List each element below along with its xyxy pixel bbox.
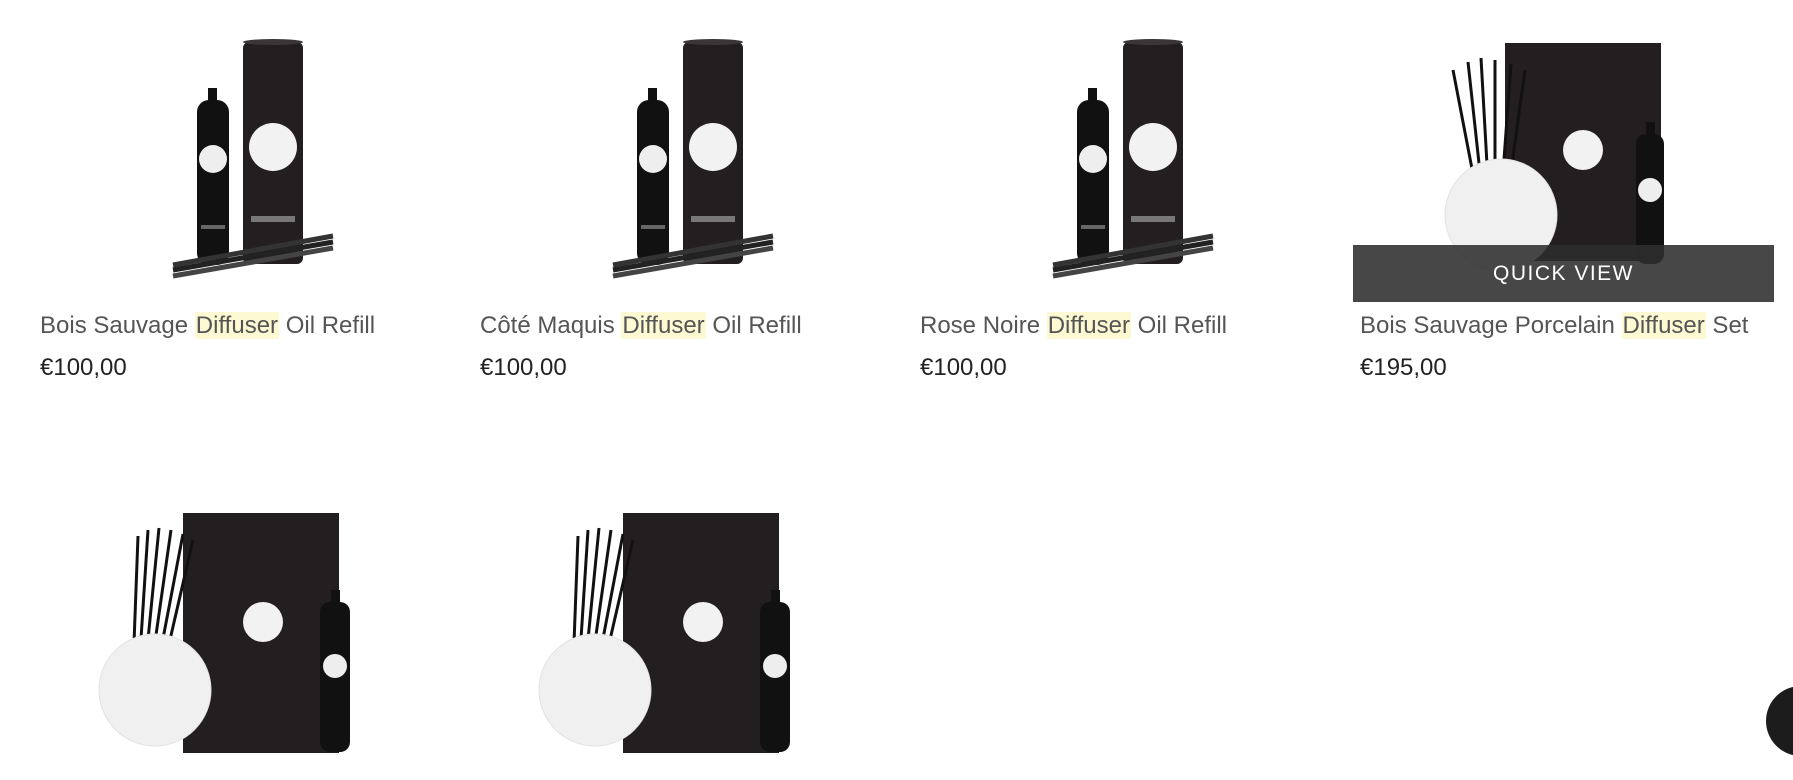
product-image[interactable] (913, 0, 1338, 310)
product-name-text: Bois Sauvage Porcelain (1360, 312, 1622, 339)
product-name-text: Oil Refill (1130, 312, 1227, 339)
chat-icon[interactable] (1766, 686, 1793, 756)
search-highlight: Diffuser (1046, 312, 1131, 339)
product-name[interactable]: Bois Sauvage Diffuser Oil Refill (40, 312, 375, 340)
product-name-text: Oil Refill (279, 312, 376, 339)
product-image[interactable] (33, 0, 458, 310)
product-price: €100,00 (480, 354, 567, 381)
product-name-text: Oil Refill (705, 312, 802, 339)
search-highlight: Diffuser (1621, 312, 1706, 339)
product-price: €195,00 (1360, 354, 1447, 381)
product-name-text: Rose Noire (920, 312, 1047, 339)
search-highlight: Diffuser (621, 312, 706, 339)
search-highlight: Diffuser (194, 312, 280, 339)
product-image[interactable] (33, 470, 458, 780)
product-price: €100,00 (40, 354, 127, 381)
product-name-text: Côté Maquis (480, 312, 622, 339)
quick-view-button[interactable]: QUICK VIEW (1353, 245, 1774, 302)
product-name[interactable]: Rose Noire Diffuser Oil Refill (920, 312, 1227, 340)
product-name-text: Bois Sauvage (40, 312, 195, 339)
product-name-text: Set (1705, 312, 1749, 339)
product-image[interactable] (473, 0, 898, 310)
product-price: €100,00 (920, 354, 1007, 381)
product-name[interactable]: Bois Sauvage Porcelain Diffuser Set (1360, 312, 1748, 340)
product-image[interactable]: QUICK VIEW (1353, 0, 1778, 310)
product-image[interactable] (473, 470, 898, 780)
product-name[interactable]: Côté Maquis Diffuser Oil Refill (480, 312, 802, 340)
